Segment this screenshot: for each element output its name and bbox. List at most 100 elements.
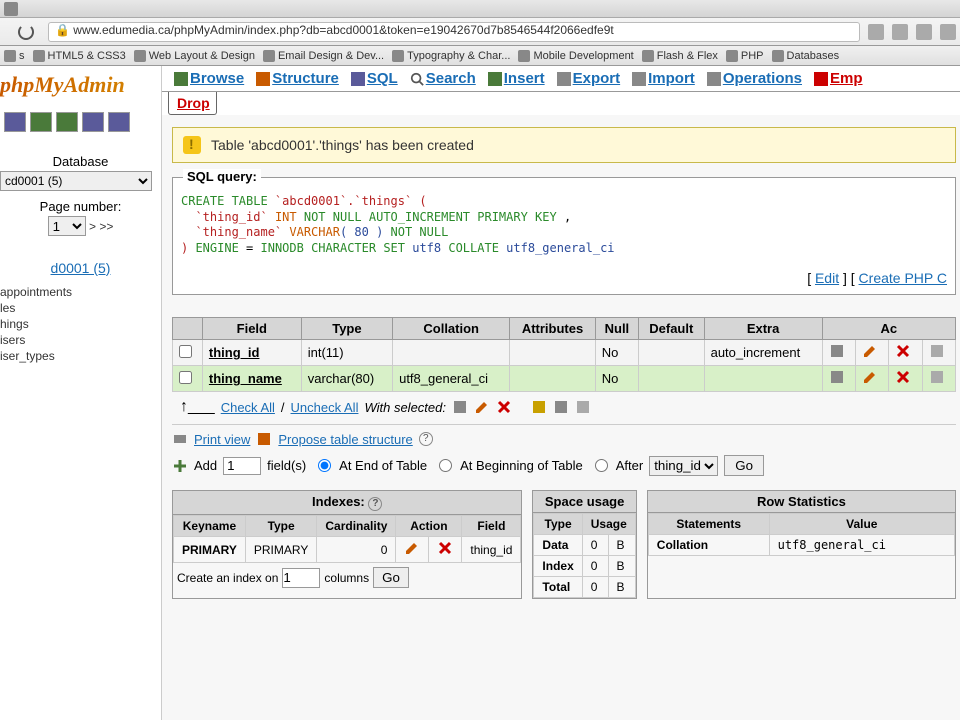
bottom-panels: Indexes: ? Keyname Type Cardinality Acti… (172, 490, 956, 599)
index-sel-icon[interactable] (575, 399, 591, 415)
url-bar: 🔒 www.edumedia.ca/phpMyAdmin/index.php?d… (0, 18, 960, 46)
add-icon (172, 458, 188, 474)
docs-icon[interactable] (82, 112, 104, 132)
edit-icon[interactable] (855, 340, 888, 366)
exit-icon[interactable] (30, 112, 52, 132)
tab-structure[interactable]: Structure (250, 66, 345, 91)
add-label: Add (194, 458, 217, 473)
table-item[interactable]: iser_types (0, 348, 161, 364)
db-link[interactable]: d0001 (5) (0, 260, 161, 276)
bookmark-item[interactable]: Web Layout & Design (134, 50, 255, 62)
tab-emp[interactable]: Emp (808, 66, 869, 91)
uncheck-all-link[interactable]: Uncheck All (291, 400, 359, 415)
create-php-link[interactable]: Create PHP C (859, 270, 947, 286)
sql-label: SQL query: (183, 169, 261, 184)
more-icon[interactable] (922, 366, 955, 392)
browse-icon[interactable] (822, 340, 855, 366)
pos-end-radio[interactable] (318, 459, 331, 472)
more-icon[interactable] (922, 340, 955, 366)
db-select[interactable]: cd0001 (5) (0, 171, 152, 191)
bookmark-item[interactable]: s (4, 50, 25, 62)
field-link[interactable]: thing_id (209, 345, 260, 360)
info-icon (183, 136, 201, 154)
tab-export[interactable]: Export (551, 66, 627, 91)
fields-label: field(s) (267, 458, 306, 473)
tab-operations[interactable]: Operations (701, 66, 808, 91)
tab-import[interactable]: Import (626, 66, 701, 91)
row-check[interactable] (179, 371, 192, 384)
ext-icon[interactable] (916, 24, 932, 40)
reload-icon[interactable] (18, 24, 34, 40)
bookmark-item[interactable]: Flash & Flex (642, 50, 718, 62)
bookmark-item[interactable]: HTML5 & CSS3 (33, 50, 126, 62)
tab-insert[interactable]: Insert (482, 66, 551, 91)
table-item[interactable]: hings (0, 316, 161, 332)
structure-table: Field Type Collation Attributes Null Def… (172, 317, 956, 392)
table-row: thing_id int(11) No auto_increment (173, 340, 956, 366)
col-action: Ac (822, 318, 955, 340)
sql-icon[interactable] (56, 112, 78, 132)
sql-links: [ Edit ] [ Create PHP C (181, 270, 947, 286)
edit-icon[interactable] (855, 366, 888, 392)
message-text: Table 'abcd0001'.'things' has been creat… (211, 137, 474, 153)
row-check[interactable] (179, 345, 192, 358)
go-button[interactable]: Go (724, 455, 764, 476)
edit-link[interactable]: Edit (815, 270, 839, 286)
print-view-link[interactable]: Print view (194, 432, 250, 447)
table-item[interactable]: les (0, 300, 161, 316)
edit-sel-icon[interactable] (474, 399, 490, 415)
ext-icon[interactable] (892, 24, 908, 40)
drop-icon[interactable] (889, 340, 922, 366)
col-check (173, 318, 203, 340)
home-icon[interactable] (4, 112, 26, 132)
sidebar: phpMyAdmin Database cd0001 (5) Page numb… (0, 66, 162, 720)
drop-sel-icon[interactable] (496, 399, 512, 415)
pager-next[interactable]: > >> (89, 220, 113, 234)
propose-link[interactable]: Propose table structure (278, 432, 412, 447)
page-select[interactable]: 1 (48, 216, 86, 236)
help-icon[interactable] (108, 112, 130, 132)
bookmark-item[interactable]: Databases (772, 50, 840, 62)
table-item[interactable]: isers (0, 332, 161, 348)
help-icon[interactable]: ? (419, 432, 433, 446)
menu-icon[interactable] (940, 24, 956, 40)
browse-sel-icon[interactable] (452, 399, 468, 415)
idx-edit-icon[interactable] (396, 537, 429, 563)
url-input[interactable]: 🔒 www.edumedia.ca/phpMyAdmin/index.php?d… (48, 22, 860, 42)
drop-icon[interactable] (889, 366, 922, 392)
table-item[interactable]: appointments (0, 284, 161, 300)
idx-drop-icon[interactable] (429, 537, 462, 563)
ext-icon[interactable] (868, 24, 884, 40)
col-field: Field (202, 318, 301, 340)
tab-search[interactable]: Search (404, 66, 482, 91)
tab-browse[interactable]: Browse (168, 66, 250, 91)
field-link[interactable]: thing_name (209, 371, 282, 386)
page-num-label: Page number: (0, 199, 161, 214)
browser-tabs (0, 0, 960, 18)
sub-tab-bar: Drop (162, 92, 960, 115)
tab-sql[interactable]: SQL (345, 66, 404, 91)
bookmark-item[interactable]: Mobile Development (518, 50, 633, 62)
browse-icon[interactable] (822, 366, 855, 392)
arrow-up-icon: ↑___ (180, 398, 215, 416)
table-row: thing_name varchar(80) utf8_general_ci N… (173, 366, 956, 392)
pos-after-radio[interactable] (595, 459, 608, 472)
main: Browse Structure SQL Search Insert Expor… (162, 66, 960, 720)
after-field-select[interactable]: thing_id (649, 456, 718, 476)
primary-sel-icon[interactable] (531, 399, 547, 415)
tab-drop[interactable]: Drop (168, 92, 217, 115)
add-count-input[interactable] (223, 457, 261, 475)
bookmark-item[interactable]: Typography & Char... (392, 50, 510, 62)
pos-begin-radio[interactable] (439, 459, 452, 472)
success-message: Table 'abcd0001'.'things' has been creat… (172, 127, 956, 163)
help-icon[interactable]: ? (368, 497, 382, 511)
idx-go-button[interactable]: Go (373, 567, 409, 588)
indexes-panel: Indexes: ? Keyname Type Cardinality Acti… (172, 490, 522, 599)
tool-row-2: Add field(s) At End of Table At Beginnin… (172, 451, 956, 480)
check-all-link[interactable]: Check All (221, 400, 275, 415)
bookmark-item[interactable]: Email Design & Dev... (263, 50, 384, 62)
unique-sel-icon[interactable] (553, 399, 569, 415)
col-collation: Collation (393, 318, 510, 340)
bookmark-item[interactable]: PHP (726, 50, 764, 62)
idx-cols-input[interactable] (282, 568, 320, 588)
